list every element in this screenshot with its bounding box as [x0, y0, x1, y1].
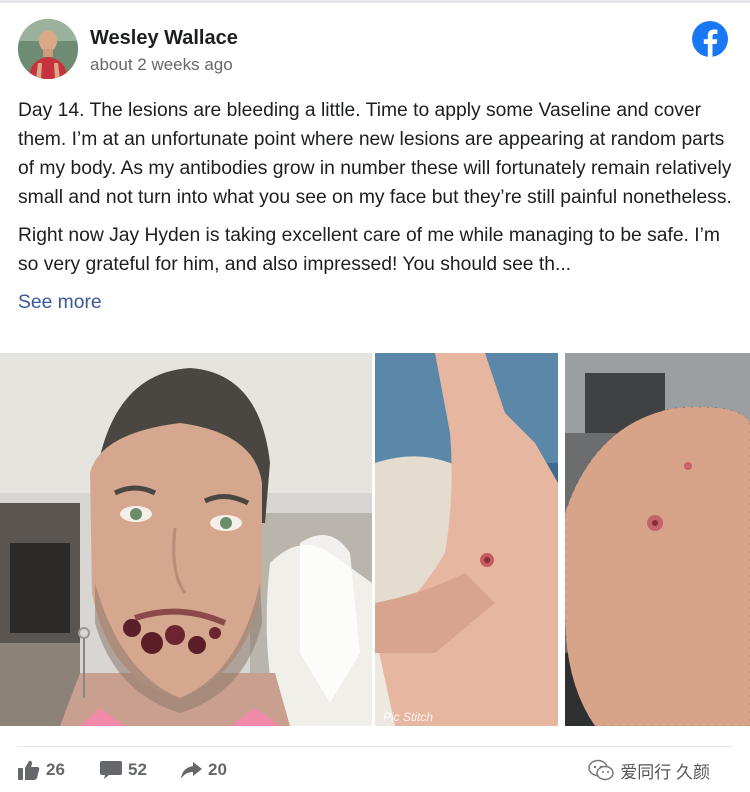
post-header: Wesley Wallace about 2 weeks ago — [18, 19, 732, 83]
like-count-value: 26 — [46, 760, 65, 779]
comment-count[interactable]: 52 — [100, 755, 147, 785]
hand-photo[interactable]: Pic Stitch — [375, 353, 558, 726]
source-watermark: 爱同行 久颜 — [588, 755, 710, 785]
wechat-icon — [588, 759, 615, 781]
post-body: Day 14. The lesions are bleeding a littl… — [18, 96, 734, 317]
like-count[interactable]: 26 — [18, 755, 65, 785]
thumbs-up-icon — [18, 760, 40, 780]
share-count-value: 20 — [208, 760, 227, 779]
facebook-logo-icon — [692, 21, 728, 57]
photo-collage[interactable]: Pic Stitch — [0, 353, 750, 726]
post-timestamp[interactable]: about 2 weeks ago — [90, 55, 233, 75]
post-paragraph: Day 14. The lesions are bleeding a littl… — [18, 100, 732, 208]
author-name[interactable]: Wesley Wallace — [90, 27, 238, 50]
post-paragraph: Right now Jay Hyden is taking excellent … — [18, 225, 720, 275]
watermark-text: 爱同行 久颜 — [620, 762, 710, 782]
comment-bubble-icon — [100, 761, 122, 779]
share-count[interactable]: 20 — [180, 755, 227, 785]
share-arrow-icon — [181, 762, 202, 779]
footer-divider — [18, 746, 732, 747]
reactions-bar: 26 52 20 爱同行 久颜 — [18, 755, 732, 785]
comment-count-value: 52 — [128, 760, 147, 779]
face-photo[interactable] — [0, 353, 372, 726]
see-more-link[interactable]: See more — [18, 288, 734, 317]
pic-stitch-watermark: Pic Stitch — [383, 710, 433, 724]
knee-photo[interactable] — [565, 353, 750, 726]
facebook-post-card: Wesley Wallace about 2 weeks ago Day 14.… — [0, 0, 750, 792]
author-avatar[interactable] — [18, 19, 78, 79]
